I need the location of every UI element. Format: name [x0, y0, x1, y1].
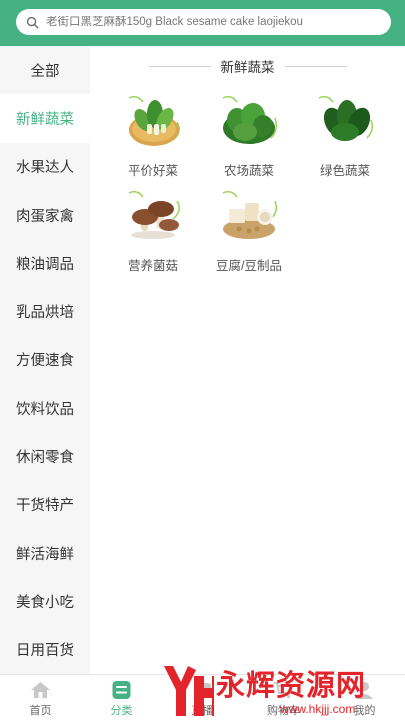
- search-box[interactable]: [16, 9, 391, 35]
- sidebar-item-grain-oil-seasoning[interactable]: 粮油调品: [0, 239, 90, 287]
- subcategory-nutritious-mushrooms[interactable]: 营养菌菇: [108, 187, 198, 277]
- subcategory-label: 营养菌菇: [127, 259, 178, 273]
- sidebar-item-dried-specialties[interactable]: 干货特产: [0, 481, 90, 529]
- tab-category[interactable]: 分类: [81, 675, 162, 721]
- subcategory-label: 平价好菜: [127, 164, 178, 178]
- sidebar-item-food-snacks[interactable]: 美食小吃: [0, 577, 90, 625]
- tab-label: 分类: [110, 705, 133, 717]
- search-icon: [26, 16, 39, 28]
- subcategory-tofu-products[interactable]: 豆腐/豆制品: [204, 187, 294, 277]
- category-sidebar: 全部 新鲜蔬菜 水果达人 肉蛋家禽 粮油调品 乳品烘培 方便速食 饮料饮品 休闲…: [0, 46, 90, 674]
- search-input[interactable]: [46, 16, 386, 28]
- watermark-logo-icon: [164, 666, 214, 716]
- spinach-icon: [318, 95, 374, 141]
- watermark-url: www.hkjjj.com: [280, 702, 356, 716]
- sidebar-item-instant-food[interactable]: 方便速食: [0, 336, 90, 384]
- sidebar-item-meat-eggs-poultry[interactable]: 肉蛋家禽: [0, 191, 90, 239]
- sidebar-item-daily-goods[interactable]: 日用百货: [0, 626, 90, 674]
- section-title: 新鲜蔬菜: [220, 60, 275, 75]
- divider: [148, 65, 211, 67]
- home-icon: [31, 682, 50, 698]
- watermark-brand: 永辉资源网: [216, 668, 367, 702]
- category-content: 新鲜蔬菜 平价好菜 农场蔬菜 绿色蔬菜 营养菌菇 豆腐/豆制品: [90, 46, 405, 674]
- sidebar-item-fresh-vegetables[interactable]: 新鲜蔬菜: [0, 94, 90, 143]
- tofu-icon: [222, 190, 278, 239]
- section-header: 新鲜蔬菜: [90, 56, 405, 76]
- subcategory-farm-vegetables[interactable]: 农场蔬菜: [204, 92, 294, 182]
- category-icon: [112, 681, 131, 699]
- divider: [284, 65, 347, 67]
- subcategory-label: 绿色蔬菜: [319, 164, 370, 178]
- subcategory-green-vegetables[interactable]: 绿色蔬菜: [300, 92, 390, 182]
- sidebar-item-all[interactable]: 全部: [0, 46, 90, 94]
- tab-label: 首页: [29, 705, 52, 717]
- tab-home[interactable]: 首页: [0, 675, 81, 721]
- subcategory-label: 农场蔬菜: [223, 164, 274, 178]
- top-bar: [0, 0, 405, 46]
- subcategory-label: 豆腐/豆制品: [216, 259, 282, 273]
- sidebar-item-snacks[interactable]: 休闲零食: [0, 432, 90, 480]
- sidebar-item-fruits[interactable]: 水果达人: [0, 143, 90, 191]
- subcategory-affordable-greens[interactable]: 平价好菜: [108, 92, 198, 182]
- sidebar-item-beverages[interactable]: 饮料饮品: [0, 384, 90, 432]
- sidebar-item-live-seafood[interactable]: 鲜活海鲜: [0, 529, 90, 577]
- leafy-greens-icon: [222, 95, 278, 144]
- sidebar-item-dairy-bakery[interactable]: 乳品烘培: [0, 287, 90, 335]
- mushroom-icon: [128, 190, 180, 239]
- bok-choy-icon: [128, 95, 180, 146]
- watermark: 永辉资源网 www.hkjjj.com: [158, 662, 403, 720]
